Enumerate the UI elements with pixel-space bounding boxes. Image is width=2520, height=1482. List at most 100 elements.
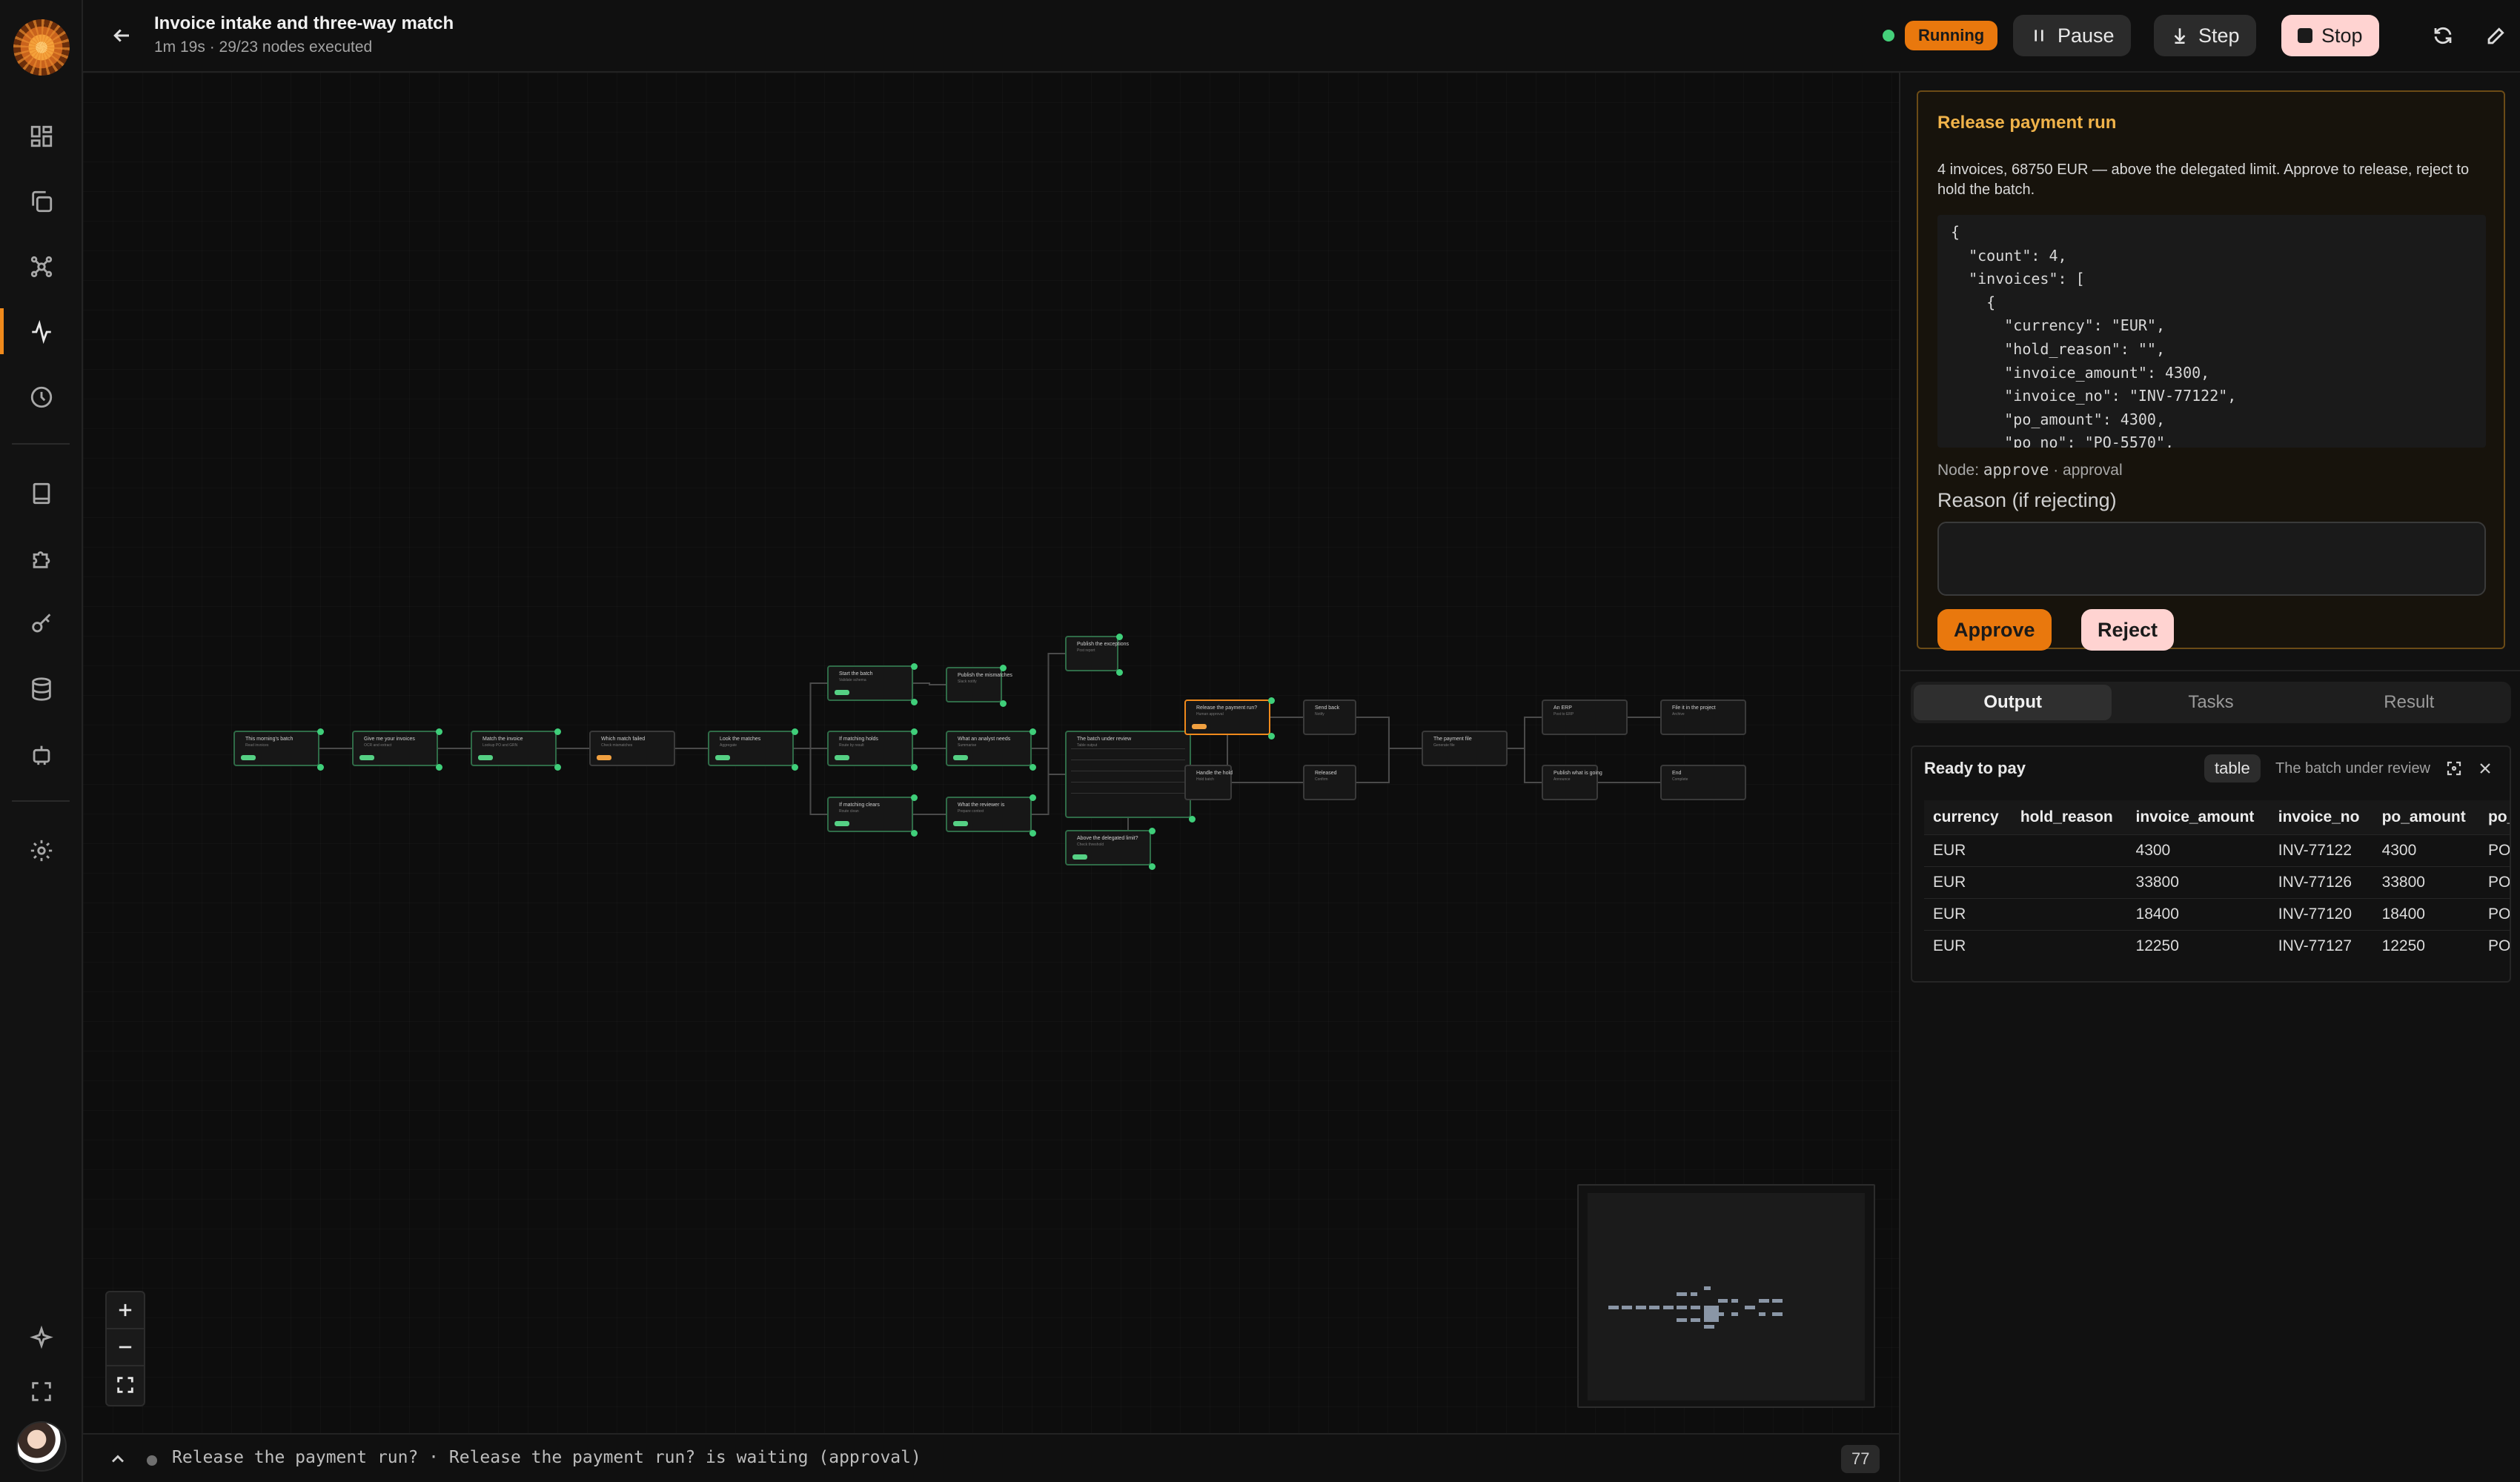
graph-node[interactable]: If matching clears Route clean bbox=[827, 794, 918, 837]
graph-node[interactable]: Look the matches Aggregate bbox=[708, 728, 798, 771]
log-count-badge[interactable]: 77 bbox=[1841, 1445, 1880, 1473]
zoom-out-button[interactable] bbox=[107, 1329, 144, 1366]
node-handle[interactable] bbox=[911, 830, 918, 837]
node-handle[interactable] bbox=[554, 728, 561, 735]
approve-button[interactable]: Approve bbox=[1937, 609, 2052, 651]
graph-node[interactable]: Publish the mismatches Slack notify bbox=[946, 665, 1012, 707]
refresh-icon[interactable] bbox=[2427, 19, 2459, 52]
graph-node[interactable]: What an analyst needs Summarise bbox=[946, 728, 1036, 771]
graph-node[interactable]: Publish the exceptions Post report bbox=[1065, 634, 1129, 676]
robot-icon[interactable] bbox=[21, 734, 62, 775]
zoom-in-button[interactable] bbox=[107, 1292, 144, 1329]
minimap[interactable] bbox=[1577, 1184, 1875, 1408]
graph-node[interactable]: The payment file Generate file bbox=[1422, 731, 1508, 766]
history-icon[interactable] bbox=[21, 376, 62, 418]
sparkle-icon[interactable] bbox=[21, 1317, 62, 1359]
table-row[interactable]: EUR4300INV-771224300PO-55 bbox=[1924, 834, 2510, 866]
dashboard-icon[interactable] bbox=[21, 116, 62, 157]
node-handle[interactable] bbox=[1000, 700, 1007, 707]
node-handle[interactable] bbox=[911, 764, 918, 771]
graph-node[interactable]: Match the invoice Lookup PO and GRN bbox=[471, 728, 561, 771]
node-handle[interactable] bbox=[1029, 794, 1036, 801]
node-handle[interactable] bbox=[554, 764, 561, 771]
node-handle[interactable] bbox=[1268, 697, 1275, 704]
node-subtitle: Route by result bbox=[839, 743, 864, 748]
key-icon[interactable] bbox=[21, 603, 62, 645]
reject-button[interactable]: Reject bbox=[2081, 609, 2175, 651]
close-icon[interactable] bbox=[2473, 756, 2498, 781]
graph-node[interactable]: The batch under review Table output bbox=[1065, 728, 1196, 823]
workflow-canvas[interactable]: This morning's batch Read invoices Give me… bbox=[83, 73, 1899, 1433]
approval-payload[interactable]: { "count": 4, "invoices": [ { "currency"… bbox=[1937, 215, 2486, 448]
graph-node[interactable]: File it in the project Archive bbox=[1660, 700, 1746, 735]
pause-button[interactable]: Pause bbox=[2013, 15, 2131, 56]
copy-icon[interactable] bbox=[21, 181, 62, 222]
book-icon[interactable] bbox=[21, 473, 62, 514]
column-header[interactable]: invoice_no bbox=[2269, 800, 2373, 834]
tab-result[interactable]: Result bbox=[2310, 685, 2508, 720]
edit-icon[interactable] bbox=[2480, 19, 2513, 52]
node-handle[interactable] bbox=[792, 764, 798, 771]
node-handle[interactable] bbox=[1116, 669, 1123, 676]
graph-node[interactable]: Start the batch Validate schema bbox=[827, 663, 918, 705]
graph-node[interactable]: Above the delegated limit? Check threshol… bbox=[1065, 828, 1155, 870]
node-subtitle: Confirm bbox=[1315, 777, 1328, 782]
node-handle[interactable] bbox=[317, 764, 324, 771]
column-header[interactable]: po_amount bbox=[2373, 800, 2479, 834]
node-handle[interactable] bbox=[1029, 728, 1036, 735]
node-handle[interactable] bbox=[317, 728, 324, 735]
node-handle[interactable] bbox=[1029, 830, 1036, 837]
output-format-chip[interactable]: table bbox=[2204, 754, 2261, 782]
back-button[interactable] bbox=[105, 19, 138, 52]
avatar[interactable] bbox=[16, 1421, 67, 1472]
workflow-icon[interactable] bbox=[21, 246, 62, 288]
expand-icon[interactable] bbox=[2441, 756, 2467, 781]
fit-view-button[interactable] bbox=[107, 1366, 144, 1403]
node-handle[interactable] bbox=[792, 728, 798, 735]
settings-icon[interactable] bbox=[21, 830, 62, 871]
node-handle[interactable] bbox=[1149, 863, 1155, 870]
tab-tasks[interactable]: Tasks bbox=[2112, 685, 2310, 720]
graph-node[interactable]: If matching holds Route by result bbox=[827, 728, 918, 771]
graph-node[interactable]: Which match failed Check mismatches bbox=[589, 731, 675, 766]
table-row[interactable]: EUR12250INV-7712712250PO-55 bbox=[1924, 929, 2510, 962]
graph-node[interactable]: An ERP Post to ERP bbox=[1542, 700, 1628, 735]
graph-node[interactable]: What the reviewer is Prepare context bbox=[946, 794, 1036, 837]
table-row[interactable]: EUR18400INV-7712018400PO-55 bbox=[1924, 897, 2510, 930]
puzzle-icon[interactable] bbox=[21, 538, 62, 579]
node-handle[interactable] bbox=[911, 794, 918, 801]
node-handle[interactable] bbox=[1029, 764, 1036, 771]
reason-input[interactable] bbox=[1937, 522, 2486, 596]
node-handle[interactable] bbox=[1189, 816, 1196, 823]
graph-node[interactable]: Give me your invoices OCR and extract bbox=[352, 728, 442, 771]
node-handle[interactable] bbox=[1116, 634, 1123, 640]
graph-node[interactable]: Send back Notify bbox=[1303, 700, 1356, 735]
expand-log-button[interactable] bbox=[105, 1446, 130, 1472]
graph-node[interactable]: Handle the hold Hold batch bbox=[1184, 765, 1233, 800]
node-handle[interactable] bbox=[911, 699, 918, 705]
logo[interactable] bbox=[13, 19, 70, 76]
graph-node[interactable]: Release the payment run? Human approval bbox=[1184, 697, 1275, 740]
tab-output[interactable]: Output bbox=[1914, 685, 2112, 720]
node-handle[interactable] bbox=[436, 728, 442, 735]
stop-button[interactable]: Stop bbox=[2281, 15, 2379, 56]
column-header[interactable]: po_no bbox=[2478, 800, 2510, 834]
node-handle[interactable] bbox=[1149, 828, 1155, 834]
node-handle[interactable] bbox=[436, 764, 442, 771]
step-button[interactable]: Step bbox=[2154, 15, 2256, 56]
graph-node[interactable]: Released Confirm bbox=[1303, 765, 1356, 800]
database-icon[interactable] bbox=[21, 668, 62, 710]
activity-icon[interactable] bbox=[21, 311, 62, 353]
graph-node[interactable]: End Complete bbox=[1660, 765, 1746, 800]
column-header[interactable]: invoice_amount bbox=[2126, 800, 2269, 834]
graph-node[interactable]: This morning's batch Read invoices bbox=[233, 728, 324, 771]
graph-node[interactable]: Publish what is going Announce bbox=[1542, 765, 1602, 800]
table-row[interactable]: EUR33800INV-7712633800PO-55 bbox=[1924, 865, 2510, 898]
node-handle[interactable] bbox=[911, 663, 918, 670]
node-handle[interactable] bbox=[1000, 665, 1007, 671]
node-handle[interactable] bbox=[1268, 733, 1275, 740]
fullscreen-icon[interactable] bbox=[21, 1371, 62, 1412]
column-header[interactable]: currency bbox=[1924, 800, 2012, 834]
node-handle[interactable] bbox=[911, 728, 918, 735]
column-header[interactable]: hold_reason bbox=[2011, 800, 2127, 834]
